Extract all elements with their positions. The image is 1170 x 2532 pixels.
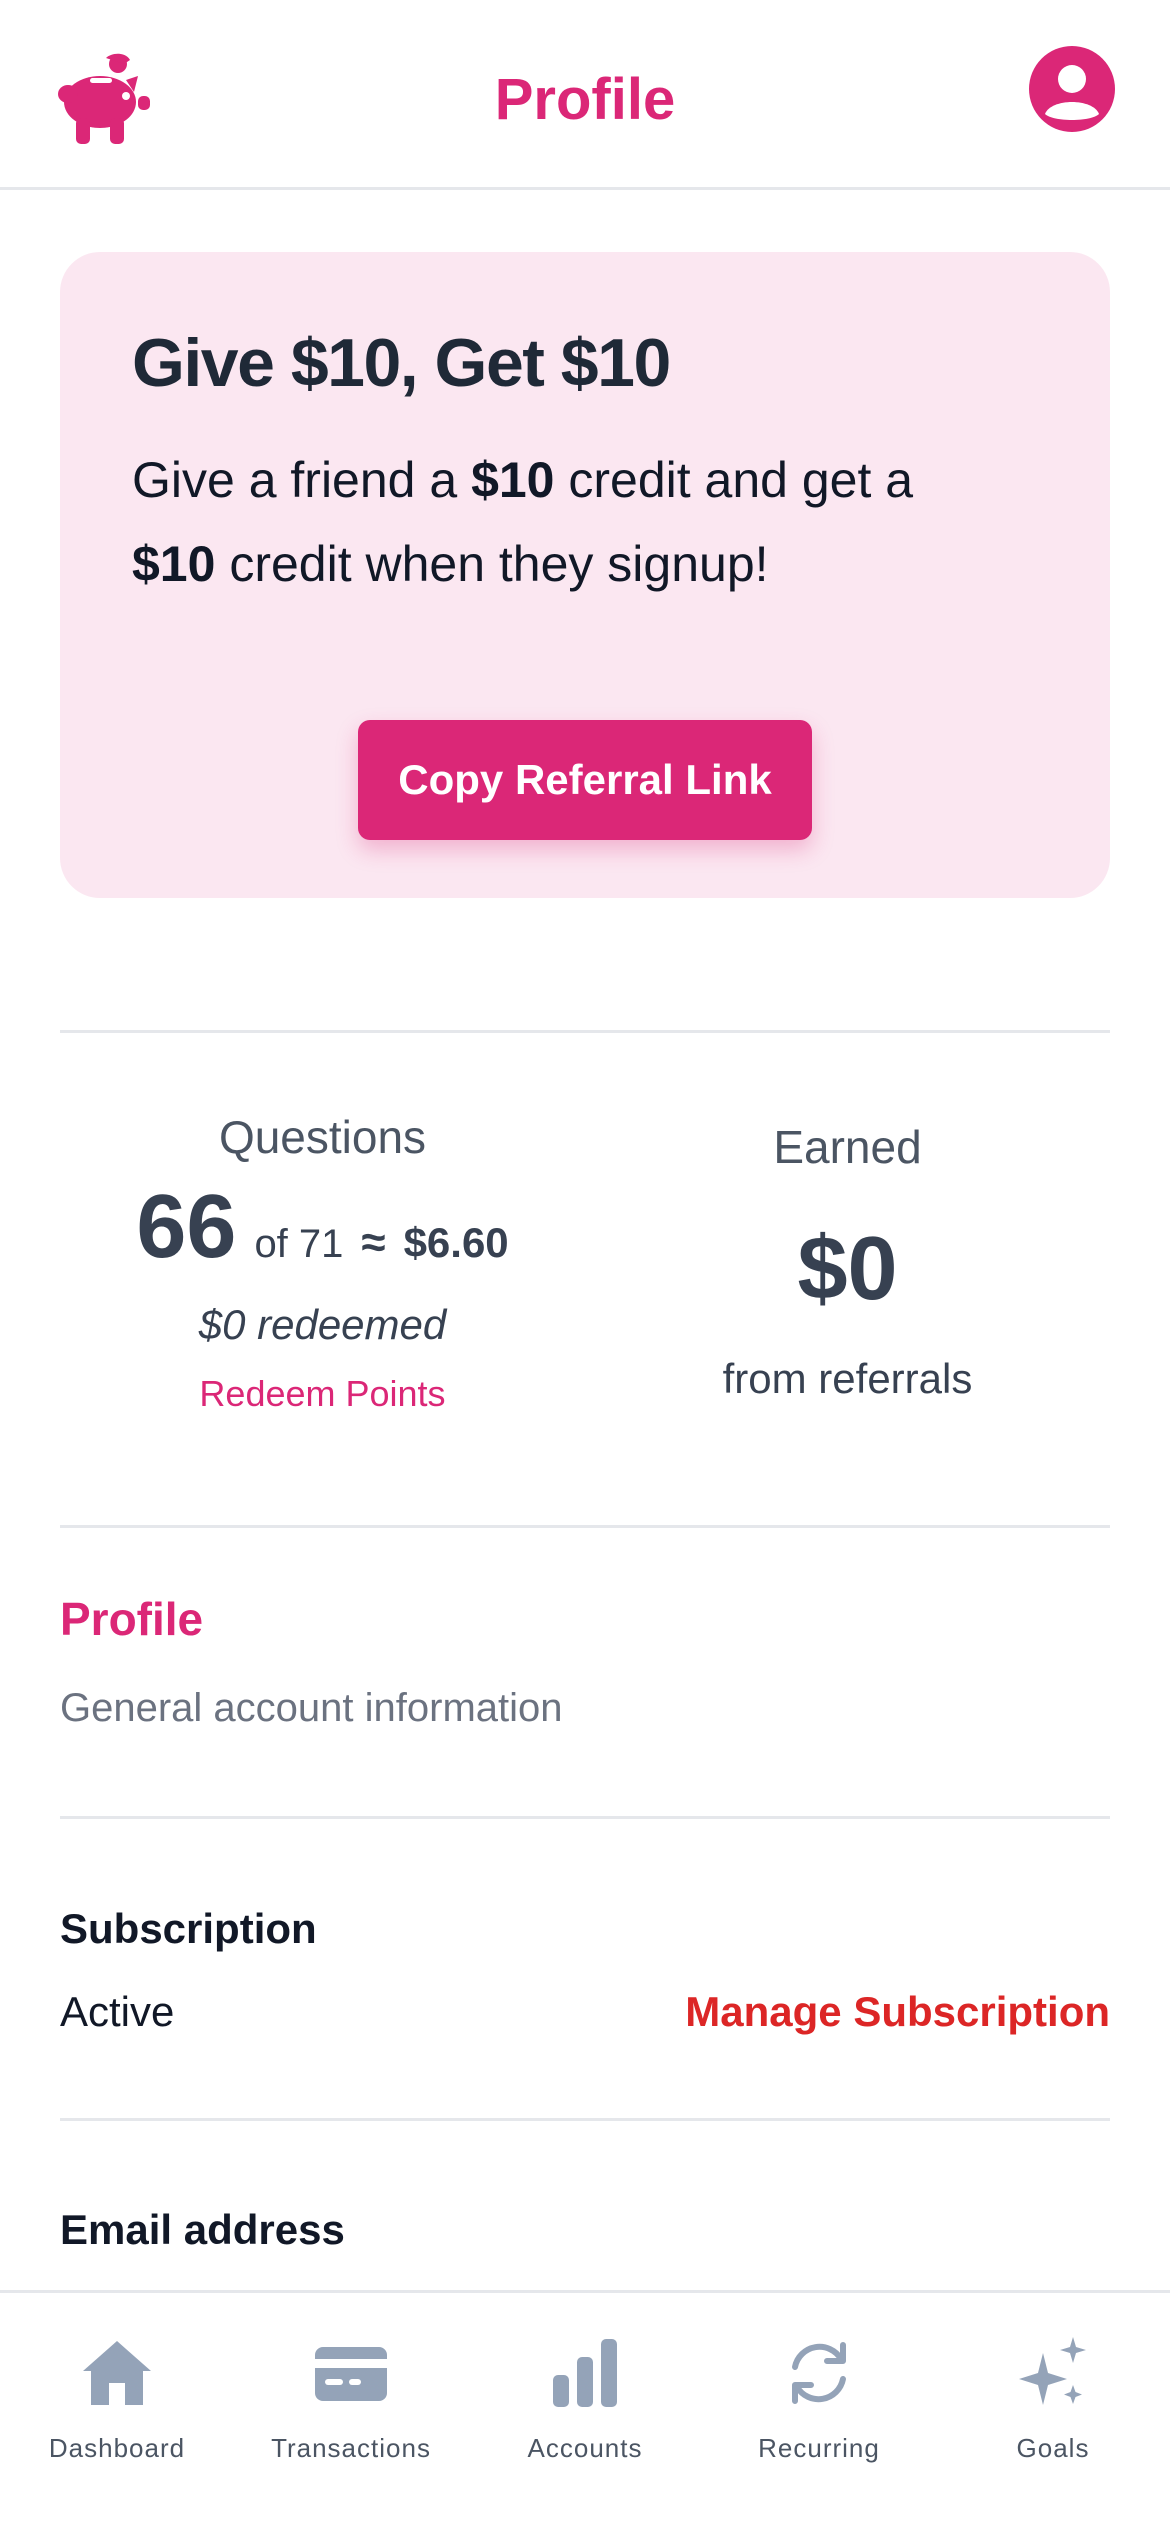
tab-dashboard[interactable]: Dashboard	[0, 2293, 234, 2532]
tab-label: Goals	[1016, 2433, 1090, 2463]
tab-transactions[interactable]: Transactions	[234, 2293, 468, 2532]
questions-stat: Questions 66 of 71 ≈ $6.60 $0 redeemed R…	[60, 1110, 585, 1415]
bar-chart-icon	[553, 2339, 617, 2407]
tab-label: Dashboard	[48, 2433, 186, 2463]
copy-referral-link-button[interactable]: Copy Referral Link	[358, 720, 812, 840]
tab-recurring[interactable]: Recurring	[702, 2293, 936, 2532]
sparkles-icon	[1019, 2337, 1086, 2405]
earned-label: Earned	[773, 1121, 922, 1173]
referral-text-part: Give a friend a	[132, 452, 472, 508]
referral-text-part: credit and get a	[554, 452, 914, 508]
home-icon	[83, 2341, 151, 2405]
tab-goals[interactable]: Goals	[936, 2293, 1170, 2532]
tab-accounts[interactable]: Accounts	[468, 2293, 702, 2532]
referral-amount: $10	[471, 452, 555, 508]
earned-caption: from referrals	[722, 1355, 973, 1402]
email-address-label: Email address	[60, 2206, 345, 2253]
questions-label: Questions	[218, 1111, 427, 1163]
tab-label: Accounts	[527, 2433, 643, 2463]
tab-label: Recurring	[758, 2433, 880, 2463]
questions-count: 66	[136, 1177, 237, 1277]
page-title: Profile	[494, 67, 676, 132]
profile-section-subtitle: General account information	[60, 1686, 563, 1730]
tab-label: Transactions	[271, 2433, 431, 2463]
redeem-points-link[interactable]: Redeem Points	[60, 1373, 585, 1415]
questions-value: $6.60	[403, 1219, 509, 1266]
user-circle-icon[interactable]	[1027, 44, 1117, 134]
divider	[60, 1816, 1110, 1819]
referral-card: Give $10, Get $10 Give a friend a $10 cr…	[60, 252, 1110, 898]
profile-screen: Profile Give $10, Get $10 Give a friend …	[0, 0, 1170, 2532]
manage-subscription-link[interactable]: Manage Subscription	[685, 1988, 1110, 2036]
referral-text-part: credit when they signup!	[215, 536, 769, 592]
bottom-tab-bar: Dashboard Transactions Accounts Recurrin…	[0, 2290, 1170, 2532]
referral-description: Give a friend a $10 credit and get a $10…	[132, 438, 1052, 606]
divider	[60, 1525, 1110, 1528]
divider	[60, 1030, 1110, 1033]
subscription-label: Subscription	[60, 1905, 317, 1952]
earned-amount: $0	[797, 1219, 898, 1319]
top-app-bar: Profile	[0, 0, 1170, 190]
refresh-icon	[792, 2342, 846, 2404]
profile-section-title: Profile	[60, 1593, 204, 1645]
subscription-status: Active	[60, 1988, 175, 2035]
credit-card-icon	[315, 2347, 387, 2401]
approx-symbol: ≈	[361, 1218, 386, 1267]
questions-row: 66 of 71 ≈ $6.60	[60, 1176, 585, 1279]
questions-total: of 71	[254, 1222, 344, 1266]
referral-heading: Give $10, Get $10	[132, 325, 671, 401]
referral-amount: $10	[132, 536, 216, 592]
earned-stat: Earned $0 from referrals	[585, 1120, 1110, 1403]
divider	[60, 2118, 1110, 2121]
redeemed-amount: $0 redeemed	[198, 1301, 447, 1348]
